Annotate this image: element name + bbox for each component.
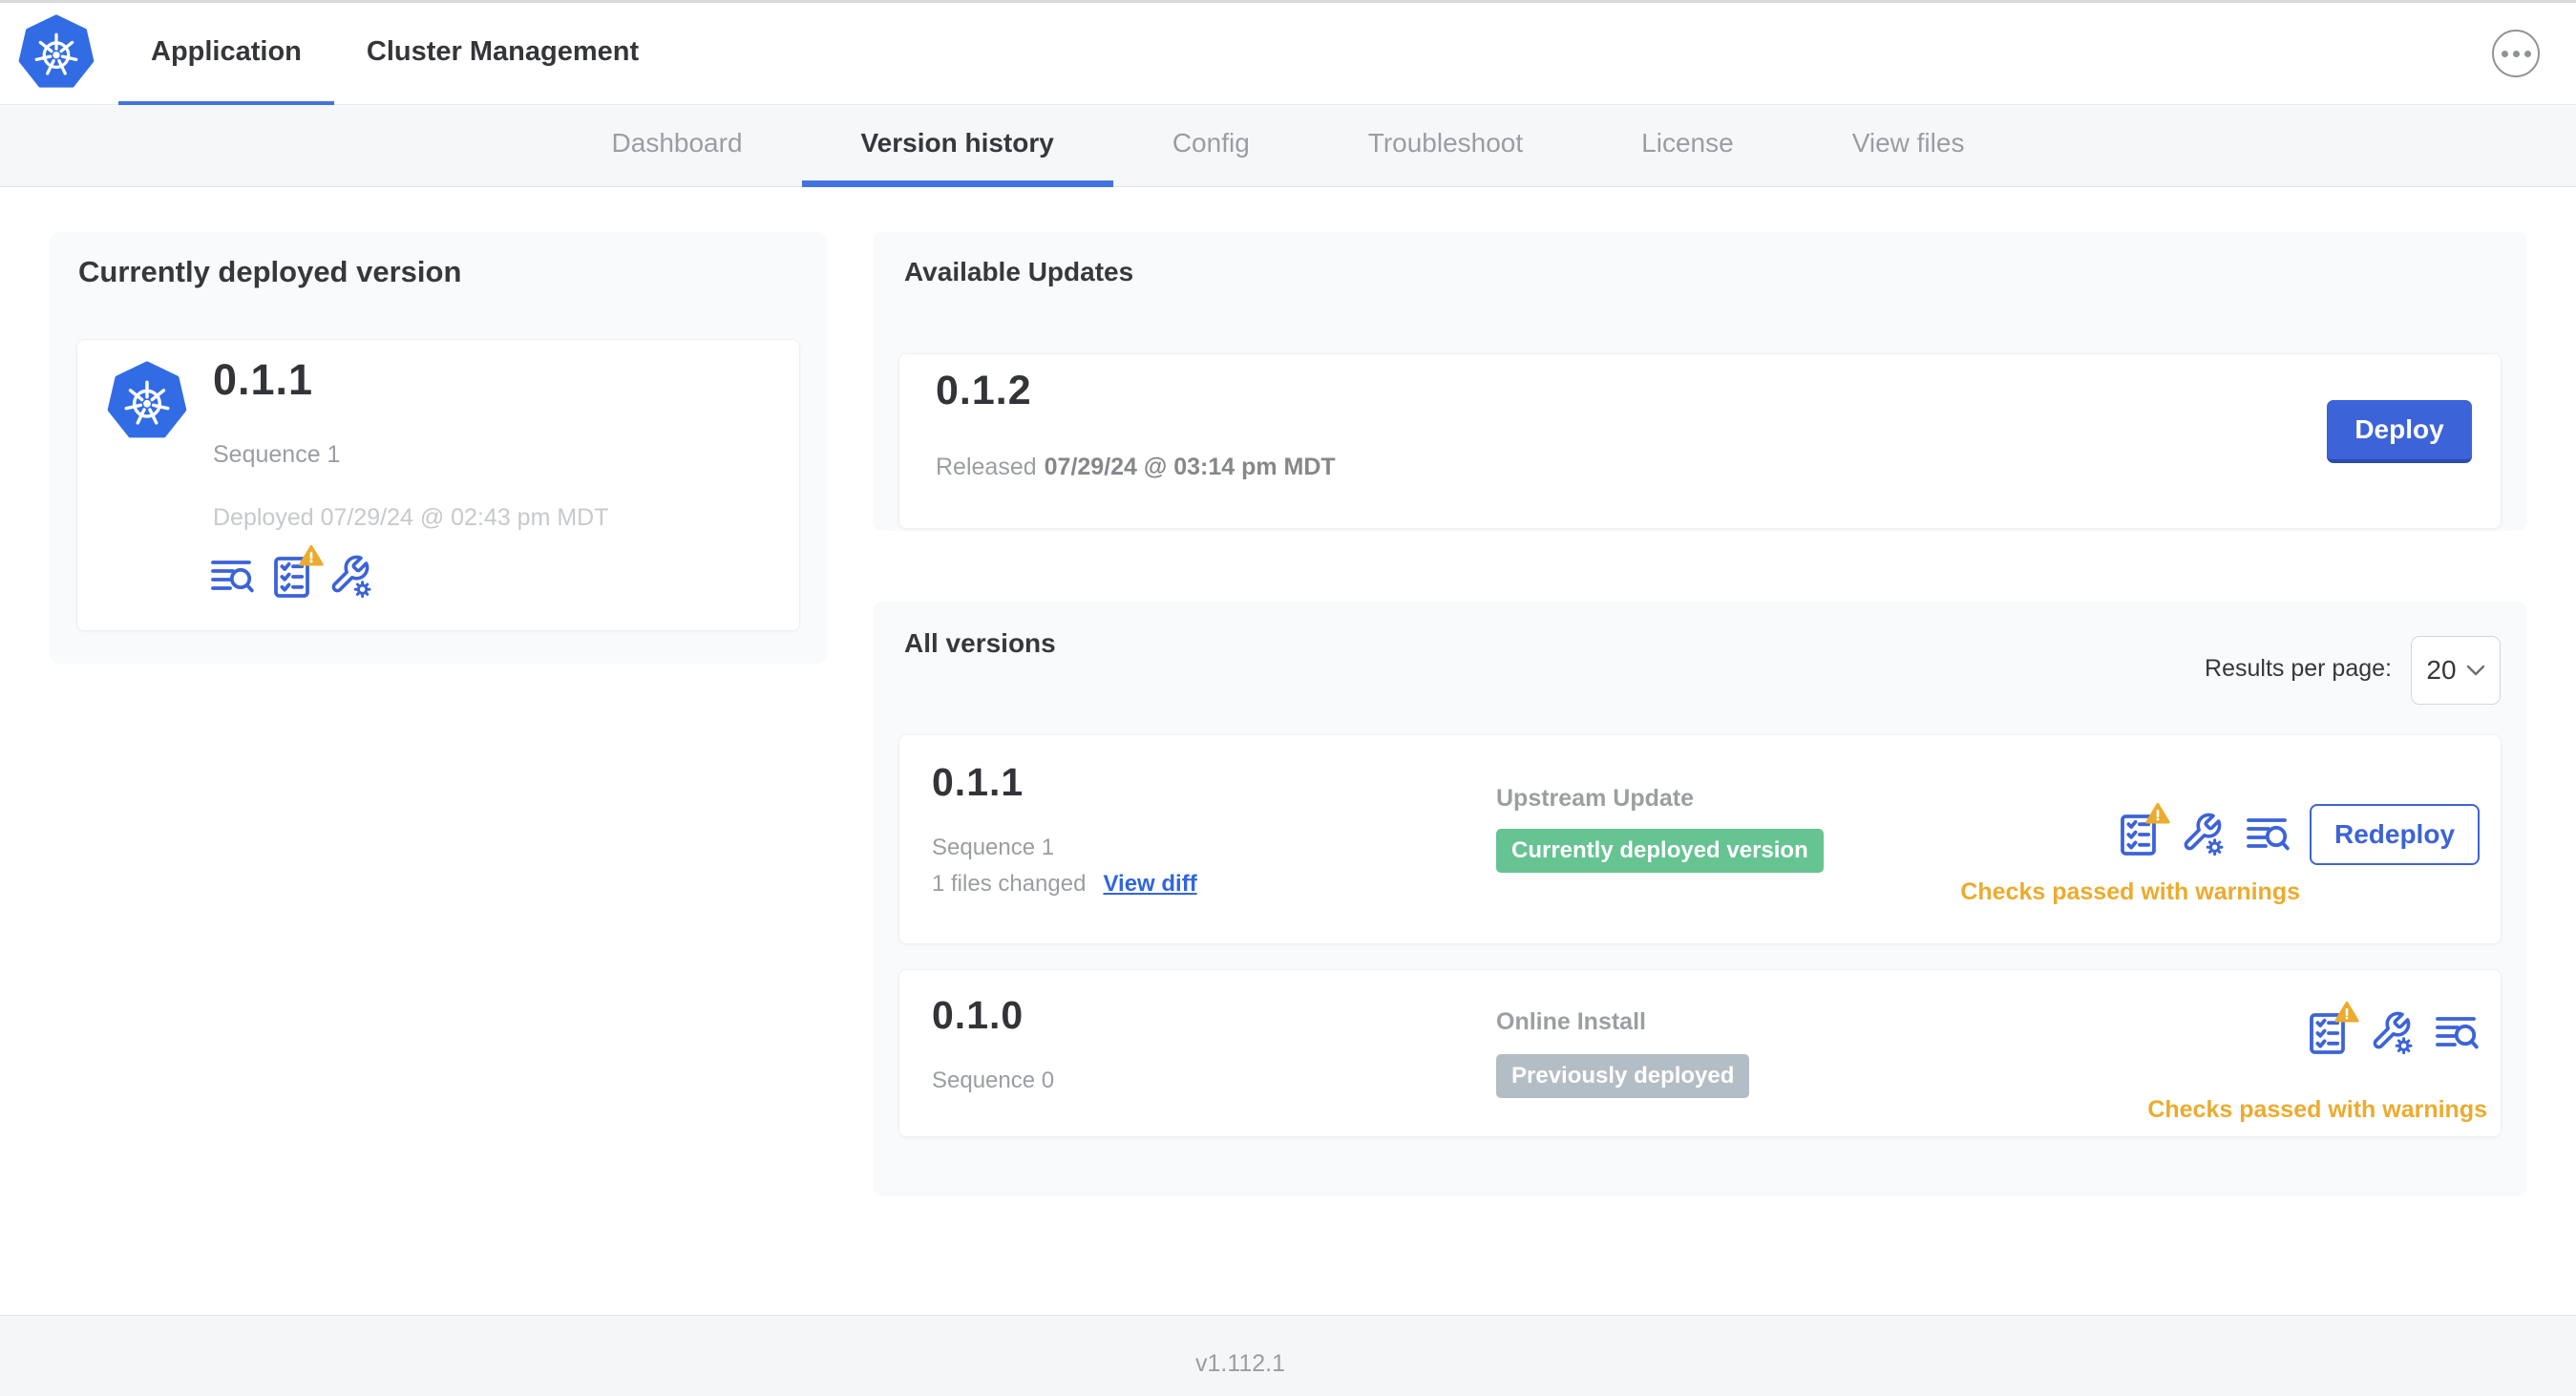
version-source: Upstream Update — [1496, 785, 1694, 812]
console-version: v1.112.1 — [1194, 1350, 1286, 1377]
view-diff-link[interactable]: View diff — [1103, 871, 1196, 898]
version-sequence: Sequence 0 — [932, 1068, 1055, 1093]
release-notes-icon[interactable] — [2434, 1010, 2480, 1056]
tab-config[interactable]: Config — [1113, 105, 1309, 187]
tab-application[interactable]: Application — [118, 3, 334, 108]
results-per-page-label: Results per page: — [2205, 655, 2392, 682]
tab-troubleshoot[interactable]: Troubleshoot — [1309, 105, 1582, 187]
config-icon[interactable] — [2369, 1010, 2415, 1056]
tab-cluster-management[interactable]: Cluster Management — [334, 3, 671, 108]
warning-triangle-icon — [299, 544, 324, 567]
kubernetes-logo — [17, 14, 95, 96]
deployed-sequence: Sequence 1 — [213, 441, 341, 468]
version-row-0-1-0: 0.1.0 Sequence 0 Online Install Previous… — [898, 969, 2502, 1137]
all-versions-card: All versions Results per page: 20 0.1.1 … — [873, 602, 2527, 1196]
all-versions-title: All versions — [904, 628, 1056, 658]
warning-triangle-icon — [2334, 1001, 2359, 1024]
update-released-timestamp: Released 07/29/24 @ 03:14 pm MDT — [936, 454, 1336, 480]
release-notes-icon[interactable] — [209, 554, 255, 600]
deployed-version-panel: 0.1.1 Sequence 1 Deployed 07/29/24 @ 02:… — [76, 339, 800, 631]
preflight-checks-icon[interactable] — [268, 544, 324, 600]
tab-version-history[interactable]: Version history — [801, 105, 1113, 187]
currently-deployed-card: Currently deployed version 0.1.1 Sequenc… — [50, 232, 827, 664]
currently-deployed-badge: Currently deployed version — [1496, 829, 1824, 873]
currently-deployed-title: Currently deployed version — [78, 255, 462, 288]
preflight-checks-icon[interactable] — [2115, 802, 2170, 857]
warning-triangle-icon — [2145, 802, 2170, 825]
redeploy-button[interactable]: Redeploy — [2310, 804, 2480, 865]
sub-nav: Dashboard Version history Config Trouble… — [0, 105, 2576, 187]
available-updates-card: Available Updates 0.1.2 Released 07/29/24… — [873, 232, 2527, 531]
version-source: Online Install — [1496, 1008, 1646, 1035]
admin-console-page: Application Cluster Management Dashboard… — [0, 0, 2576, 1396]
version-row-0-1-1: 0.1.1 Sequence 1 1 files changed View di… — [898, 734, 2502, 944]
config-icon[interactable] — [2180, 812, 2226, 857]
tab-dashboard[interactable]: Dashboard — [553, 105, 802, 187]
config-icon[interactable] — [327, 554, 373, 600]
tab-license[interactable]: License — [1582, 105, 1793, 187]
deployed-version-number: 0.1.1 — [213, 355, 314, 404]
version-actions: Redeploy — [2115, 802, 2480, 865]
ellipsis-icon[interactable] — [2492, 30, 2540, 77]
update-row: 0.1.2 Released 07/29/24 @ 03:14 pm MDT De… — [898, 353, 2502, 529]
version-number: 0.1.1 — [932, 760, 1024, 804]
version-actions — [2304, 1001, 2480, 1056]
results-per-page-select[interactable]: 20 — [2411, 636, 2501, 705]
release-notes-icon[interactable] — [2245, 812, 2291, 857]
files-changed: 1 files changed View diff — [932, 871, 1197, 898]
top-nav: Application Cluster Management — [0, 0, 2576, 108]
version-number: 0.1.0 — [932, 993, 1024, 1037]
deployed-timestamp: Deployed 07/29/24 @ 02:43 pm MDT — [213, 504, 609, 531]
available-updates-title: Available Updates — [904, 257, 1134, 286]
deploy-button[interactable]: Deploy — [2327, 400, 2472, 463]
preflight-status-text: Checks passed with warnings — [1960, 878, 2300, 905]
preflight-checks-icon[interactable] — [2304, 1001, 2359, 1056]
version-sequence: Sequence 1 — [932, 835, 1055, 860]
deployed-action-icons — [209, 544, 373, 600]
footer: v1.112.1 — [0, 1315, 2576, 1396]
previously-deployed-badge: Previously deployed — [1496, 1054, 1750, 1098]
kubernetes-app-icon — [106, 361, 188, 447]
tab-view-files[interactable]: View files — [1793, 105, 2024, 187]
top-nav-tabs: Application Cluster Management — [118, 3, 671, 108]
update-version-number: 0.1.2 — [936, 368, 1032, 413]
preflight-status-text: Checks passed with warnings — [2147, 1096, 2487, 1123]
